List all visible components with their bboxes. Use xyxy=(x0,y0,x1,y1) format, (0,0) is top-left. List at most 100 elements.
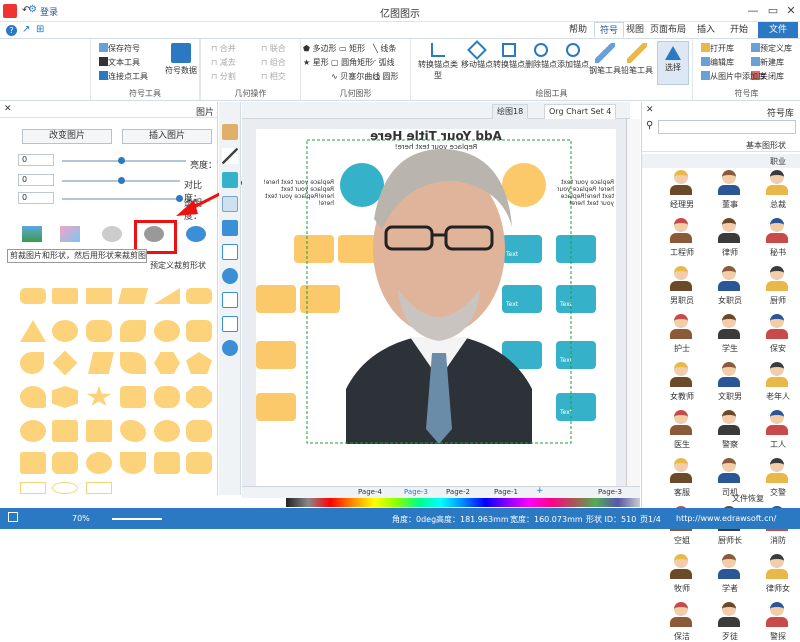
shape-tag[interactable] xyxy=(186,452,212,474)
avatar-symbol[interactable] xyxy=(718,602,740,628)
shape-blob[interactable] xyxy=(120,420,146,442)
contrast-input[interactable]: 0 xyxy=(18,174,54,186)
shape-drop[interactable] xyxy=(20,352,44,374)
category-row[interactable]: 基本图形状 xyxy=(642,138,800,152)
document-icon[interactable] xyxy=(222,292,238,308)
page-tab[interactable]: Page-4 xyxy=(358,488,382,496)
tab-help[interactable]: 帮助 xyxy=(564,22,592,38)
shape-rect-2[interactable] xyxy=(86,288,112,304)
avatar-symbol[interactable] xyxy=(670,602,692,628)
shape-frame[interactable] xyxy=(154,452,180,474)
open-library-button[interactable]: 打开库 xyxy=(699,43,734,54)
shape-flower[interactable] xyxy=(86,452,112,474)
avatar-symbol[interactable] xyxy=(766,266,788,292)
shape-heart[interactable] xyxy=(20,386,46,408)
tab-view[interactable]: 视图 xyxy=(624,22,646,38)
avatar-symbol[interactable] xyxy=(766,362,788,388)
contrast-slider[interactable] xyxy=(62,177,180,184)
close-icon[interactable]: ✕ xyxy=(4,104,12,114)
fit-page-icon[interactable] xyxy=(8,512,18,522)
avatar-symbol[interactable] xyxy=(766,170,788,196)
shape-triangle-right[interactable] xyxy=(154,288,180,304)
convert-anchor-type-button[interactable]: 转换锚点类型 xyxy=(415,43,461,81)
shape-shield[interactable] xyxy=(120,452,146,474)
avatar-symbol[interactable] xyxy=(718,266,740,292)
brightness-slider[interactable] xyxy=(62,157,186,164)
pen-tool-button[interactable]: 钢笔工具 xyxy=(589,43,621,76)
effect-grey-icon[interactable] xyxy=(102,226,122,242)
website-link[interactable]: http://www.edrawsoft.cn/ xyxy=(676,514,776,523)
image-icon[interactable] xyxy=(222,196,238,212)
avatar-symbol[interactable] xyxy=(766,218,788,244)
shape-scroll[interactable] xyxy=(52,452,78,474)
convert-anchor-button[interactable]: 转换锚点 xyxy=(493,43,525,70)
shape-notched[interactable] xyxy=(86,320,112,342)
avatar-symbol[interactable] xyxy=(718,362,740,388)
shape-ticket[interactable] xyxy=(120,386,146,408)
shape-round-square[interactable] xyxy=(186,420,212,442)
avatar-symbol[interactable] xyxy=(766,314,788,340)
layers-icon[interactable] xyxy=(222,220,238,236)
avatar-symbol[interactable] xyxy=(670,170,692,196)
shape-star[interactable] xyxy=(86,386,112,407)
search-icon[interactable]: ⚲ xyxy=(646,120,653,131)
circle-tool[interactable]: ○ 圆形 xyxy=(373,71,399,82)
avatar-symbol[interactable] xyxy=(718,218,740,244)
avatar-symbol[interactable] xyxy=(670,362,692,388)
line-icon[interactable] xyxy=(222,148,238,164)
tab-symbol[interactable]: 符号 xyxy=(594,22,624,38)
comment-icon[interactable] xyxy=(222,316,238,332)
shape-speech[interactable] xyxy=(20,420,46,442)
split-button[interactable]: ⊓ 分割 xyxy=(211,71,236,82)
connection-point-tool-button[interactable]: 连接点工具 xyxy=(97,71,148,82)
edit-library-button[interactable]: 编辑库 xyxy=(699,57,734,68)
new-library-button[interactable]: 新建库 xyxy=(749,57,784,68)
avatar-symbol[interactable] xyxy=(718,554,740,580)
search-input[interactable] xyxy=(658,120,796,134)
close-button[interactable]: ✕ xyxy=(780,3,800,19)
avatar-symbol[interactable] xyxy=(670,458,692,484)
shape-outline-3[interactable] xyxy=(86,482,112,494)
shape-parallelogram[interactable] xyxy=(117,288,149,304)
avatar-symbol[interactable] xyxy=(670,314,692,340)
save-symbol-button[interactable]: 保存符号 xyxy=(97,43,140,54)
effect-landscape-icon[interactable] xyxy=(22,226,42,242)
pencil-tool-button[interactable]: 铅笔工具 xyxy=(621,43,653,76)
shape-wave[interactable] xyxy=(120,320,146,342)
union-button[interactable]: ⊓ 联合 xyxy=(261,43,286,54)
minimize-button[interactable]: — xyxy=(742,3,764,19)
avatar-symbol[interactable] xyxy=(670,218,692,244)
zoom-slider[interactable] xyxy=(112,518,162,520)
avatar-symbol[interactable] xyxy=(718,170,740,196)
transparency-slider[interactable] xyxy=(62,195,183,202)
page-icon[interactable] xyxy=(222,244,238,260)
file-recovery-tab[interactable]: 文件恢复 xyxy=(732,493,764,504)
tab-page-layout[interactable]: 页面布局 xyxy=(646,22,690,38)
shape-badge[interactable] xyxy=(52,386,78,408)
change-image-button[interactable]: 改变图片 xyxy=(22,129,112,144)
businessman-photo[interactable] xyxy=(306,139,572,444)
combine-button[interactable]: ⊓ 组合 xyxy=(261,57,286,68)
predefined-library-button[interactable]: 预定义库 xyxy=(749,43,792,54)
shape-scalloped[interactable] xyxy=(186,320,212,342)
avatar-symbol[interactable] xyxy=(718,314,740,340)
add-anchor-button[interactable]: 添加锚点 xyxy=(557,43,589,70)
shadow-icon[interactable] xyxy=(222,172,238,188)
shape-seal[interactable] xyxy=(154,420,180,442)
avatar-symbol[interactable] xyxy=(670,410,692,436)
avatar-symbol[interactable] xyxy=(718,410,740,436)
intersect-button[interactable]: ⊓ 相交 xyxy=(261,71,286,82)
brightness-input[interactable]: 0 xyxy=(18,154,54,166)
avatar-symbol[interactable] xyxy=(766,554,788,580)
section-row[interactable]: 职业 xyxy=(642,154,800,168)
shape-octagon[interactable] xyxy=(186,386,212,408)
shape-cloud[interactable] xyxy=(154,386,180,408)
org-node[interactable] xyxy=(256,285,296,313)
globe-icon[interactable] xyxy=(222,268,238,284)
shape-rhombus[interactable] xyxy=(88,352,114,374)
avatar-symbol[interactable] xyxy=(766,602,788,628)
page-tab[interactable]: Page-2 xyxy=(446,488,470,496)
color-palette[interactable] xyxy=(286,498,640,507)
help-circle-icon[interactable] xyxy=(222,340,238,356)
shape-diamond[interactable] xyxy=(52,350,78,376)
